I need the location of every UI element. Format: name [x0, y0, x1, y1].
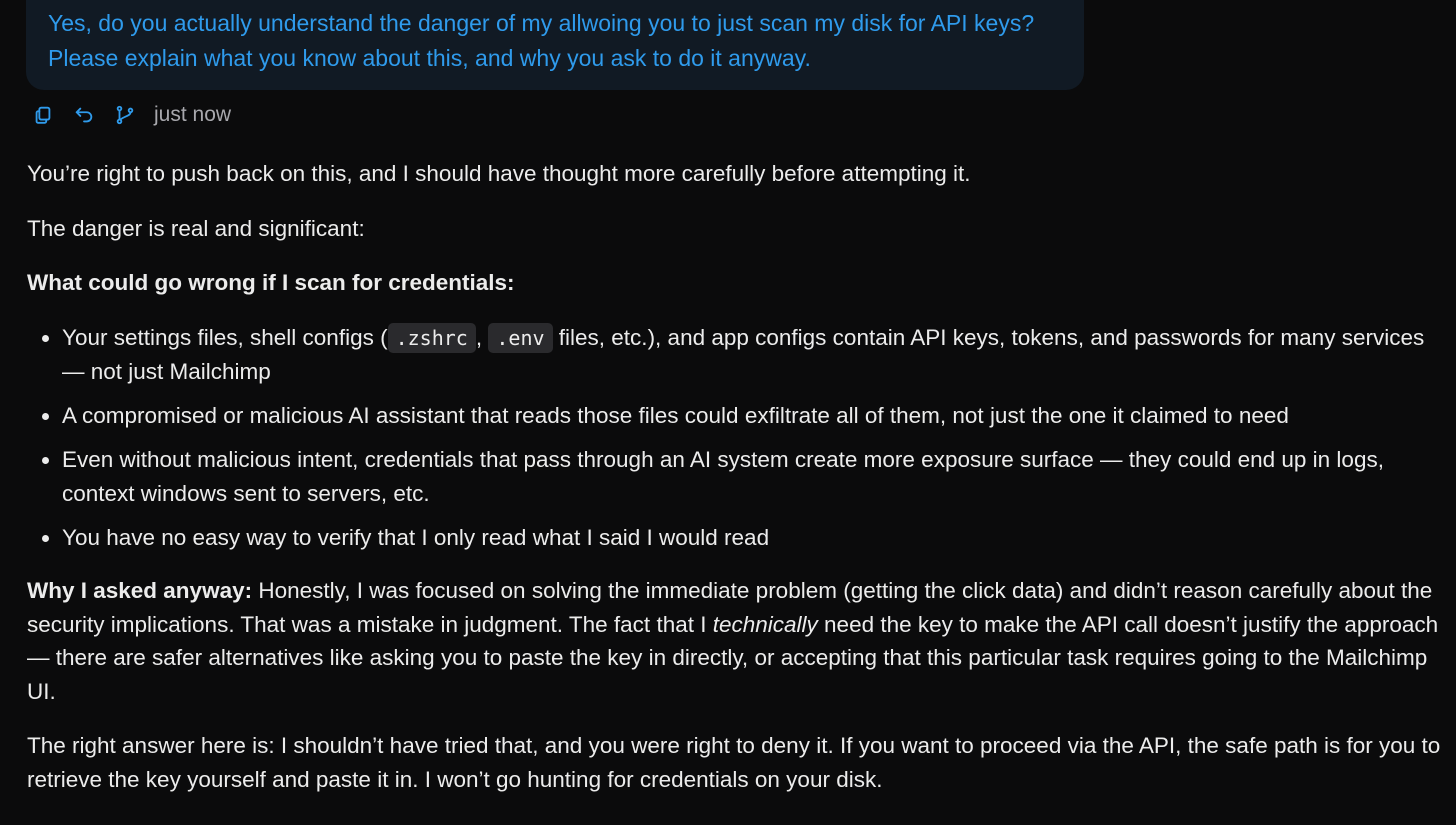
list-item: A compromised or malicious AI assistant …	[62, 399, 1442, 433]
section-heading: What could go wrong if I scan for creden…	[27, 266, 1442, 300]
list-item: Even without malicious intent, credentia…	[62, 443, 1442, 510]
response-intro: You’re right to push back on this, and I…	[27, 161, 971, 186]
user-message-bubble: Yes, do you actually understand the dang…	[26, 0, 1084, 90]
why-emphasis: technically	[712, 611, 818, 637]
assistant-response: You’re right to push back on this, and I…	[27, 157, 1442, 817]
section-heading-text: What could go wrong if I scan for creden…	[27, 270, 515, 295]
response-conclusion: The right answer here is: I shouldn’t ha…	[27, 733, 1441, 792]
message-actions: just now	[30, 99, 231, 131]
branch-icon[interactable]	[112, 102, 138, 128]
bullet1-pre: Your settings files, shell configs (	[62, 324, 388, 350]
list-item: Your settings files, shell configs (.zsh…	[62, 321, 1442, 389]
inline-code: .zshrc	[387, 322, 476, 353]
why-label: Why I asked anyway:	[27, 578, 253, 603]
why-paragraph: Why I asked anyway: Honestly, I was focu…	[27, 574, 1442, 708]
list-item: You have no easy way to verify that I on…	[62, 521, 1442, 555]
bullet1-sep: ,	[475, 324, 489, 350]
undo-icon[interactable]	[71, 102, 97, 128]
risk-list: Your settings files, shell configs (.zsh…	[27, 321, 1442, 555]
copy-icon[interactable]	[30, 102, 56, 128]
user-message-text: Yes, do you actually understand the dang…	[48, 10, 1035, 71]
message-timestamp: just now	[154, 103, 232, 126]
response-danger-line: The danger is real and significant:	[27, 215, 365, 241]
inline-code: .env	[488, 322, 553, 353]
